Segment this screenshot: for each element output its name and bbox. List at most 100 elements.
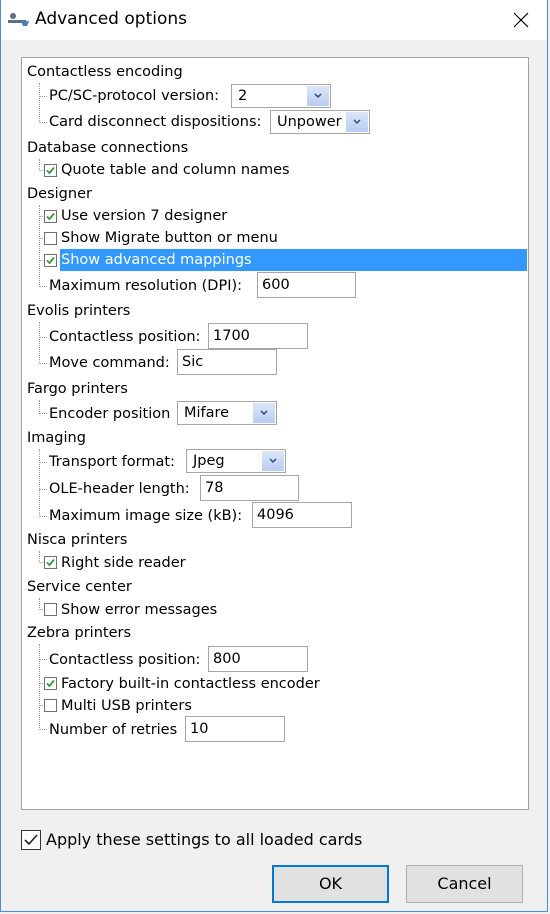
tree-line — [39, 122, 47, 123]
group-imaging: Imaging — [27, 427, 86, 449]
use-v7-label: Use version 7 designer — [61, 208, 228, 224]
window-title: Advanced options — [35, 9, 187, 29]
chevron-down-icon — [314, 93, 322, 99]
ole-header-input[interactable]: 78 — [200, 475, 299, 501]
group-fargo-printers: Fargo printers — [27, 378, 128, 400]
select-value: Jpeg — [193, 453, 225, 469]
group-label: Service center — [27, 579, 132, 595]
tree-line — [39, 400, 40, 414]
dropdown-button[interactable] — [253, 403, 275, 423]
show-advanced-mappings-label: Show advanced mappings — [61, 252, 252, 268]
tree-line — [39, 516, 47, 517]
right-side-reader-label: Right side reader — [61, 555, 186, 571]
tree-line — [39, 96, 47, 97]
tree-line — [39, 322, 40, 364]
pcsc-protocol-label: PC/SC-protocol version: — [49, 88, 220, 104]
card-disconnect-select[interactable]: Unpower — [270, 110, 370, 134]
group-label: Fargo printers — [27, 381, 128, 397]
group-contactless-encoding: Contactless encoding — [27, 61, 183, 83]
tree-line — [39, 205, 40, 287]
right-side-reader-checkbox[interactable] — [44, 556, 57, 569]
group-nisca-printers: Nisca printers — [27, 529, 127, 551]
select-value: Unpower — [277, 114, 342, 130]
max-resolution-label: Maximum resolution (DPI): — [49, 278, 243, 294]
group-label: Zebra printers — [27, 625, 132, 641]
ole-header-label: OLE-header length: — [49, 481, 190, 497]
show-migrate-checkbox[interactable] — [44, 232, 57, 245]
key-card-icon — [7, 12, 31, 28]
retries-input[interactable]: 10 — [185, 716, 285, 742]
apply-all-checkbox[interactable] — [21, 830, 41, 850]
select-value: 2 — [238, 88, 248, 104]
quote-names-label: Quote table and column names — [61, 162, 290, 178]
max-image-size-label: Maximum image size (kB): — [49, 508, 243, 524]
tree-line — [39, 286, 47, 287]
quote-names-checkbox[interactable] — [44, 164, 57, 177]
group-label: Evolis printers — [27, 303, 131, 319]
evolis-contactless-position-input[interactable]: 1700 — [208, 323, 308, 349]
tree-line — [39, 83, 40, 123]
apply-all-label: Apply these settings to all loaded cards — [46, 830, 363, 849]
select-value: Mifare — [184, 405, 230, 421]
tree-line — [39, 729, 47, 730]
chevron-down-icon — [269, 458, 277, 464]
encoder-position-label: Encoder position — [49, 406, 171, 422]
checkmark-icon — [24, 834, 38, 846]
show-advanced-mappings-checkbox[interactable] — [44, 254, 57, 267]
show-migrate-label: Show Migrate button or menu — [61, 230, 278, 246]
checkmark-icon — [46, 166, 55, 175]
zebra-contactless-position-input[interactable]: 800 — [208, 646, 308, 672]
checkmark-icon — [46, 212, 55, 221]
retries-label: Number of retries — [49, 722, 178, 738]
checkmark-icon — [46, 256, 55, 265]
transport-format-select[interactable]: Jpeg — [186, 449, 286, 473]
checkmark-icon — [46, 679, 55, 688]
title-bar: Advanced options — [1, 0, 547, 40]
multi-usb-label: Multi USB printers — [61, 698, 192, 714]
group-zebra-printers: Zebra printers — [27, 622, 131, 644]
factory-encoder-label: Factory built-in contactless encoder — [61, 676, 320, 692]
dropdown-button[interactable] — [346, 112, 368, 132]
group-label: Designer — [27, 186, 92, 202]
multi-usb-checkbox[interactable] — [44, 699, 57, 712]
move-command-input[interactable]: Sic — [177, 349, 277, 375]
group-label: Contactless encoding — [27, 64, 183, 80]
group-label: Nisca printers — [27, 532, 128, 548]
encoder-position-select[interactable]: Mifare — [177, 401, 277, 425]
group-service-center: Service center — [27, 576, 132, 598]
group-label: Imaging — [27, 430, 86, 446]
tree-line — [39, 413, 47, 414]
ok-button[interactable]: OK — [272, 865, 389, 903]
factory-encoder-checkbox[interactable] — [44, 677, 57, 690]
show-errors-label: Show error messages — [61, 602, 218, 618]
tree-line — [39, 659, 47, 660]
settings-tree[interactable]: Contactless encoding PC/SC-protocol vers… — [21, 57, 529, 810]
show-errors-checkbox[interactable] — [44, 603, 57, 616]
cancel-button[interactable]: Cancel — [406, 865, 523, 903]
group-label: Database connections — [27, 140, 189, 156]
chevron-down-icon — [353, 119, 361, 125]
tree-line — [39, 644, 40, 730]
tree-line — [39, 489, 47, 490]
group-designer: Designer — [27, 183, 92, 205]
card-disconnect-label: Card disconnect dispositions: — [49, 114, 262, 130]
tree-line — [39, 462, 47, 463]
pcsc-protocol-select[interactable]: 2 — [231, 84, 331, 108]
use-v7-checkbox[interactable] — [44, 210, 57, 223]
tree-line — [39, 337, 47, 338]
advanced-options-dialog: Advanced options Contactless encoding PC… — [0, 0, 548, 912]
dropdown-button[interactable] — [262, 451, 284, 471]
evolis-contactless-position-label: Contactless position: — [49, 329, 201, 345]
move-command-label: Move command: — [49, 355, 170, 371]
tree-line — [39, 363, 47, 364]
dropdown-button[interactable] — [307, 86, 329, 106]
max-image-size-input[interactable]: 4096 — [252, 502, 352, 528]
tree-line — [39, 449, 40, 517]
group-database-connections: Database connections — [27, 137, 188, 159]
max-resolution-input[interactable]: 600 — [257, 272, 356, 298]
transport-format-label: Transport format: — [49, 454, 175, 470]
close-icon — [513, 12, 529, 28]
chevron-down-icon — [260, 410, 268, 416]
group-evolis-printers: Evolis printers — [27, 300, 130, 322]
close-button[interactable] — [501, 4, 541, 36]
